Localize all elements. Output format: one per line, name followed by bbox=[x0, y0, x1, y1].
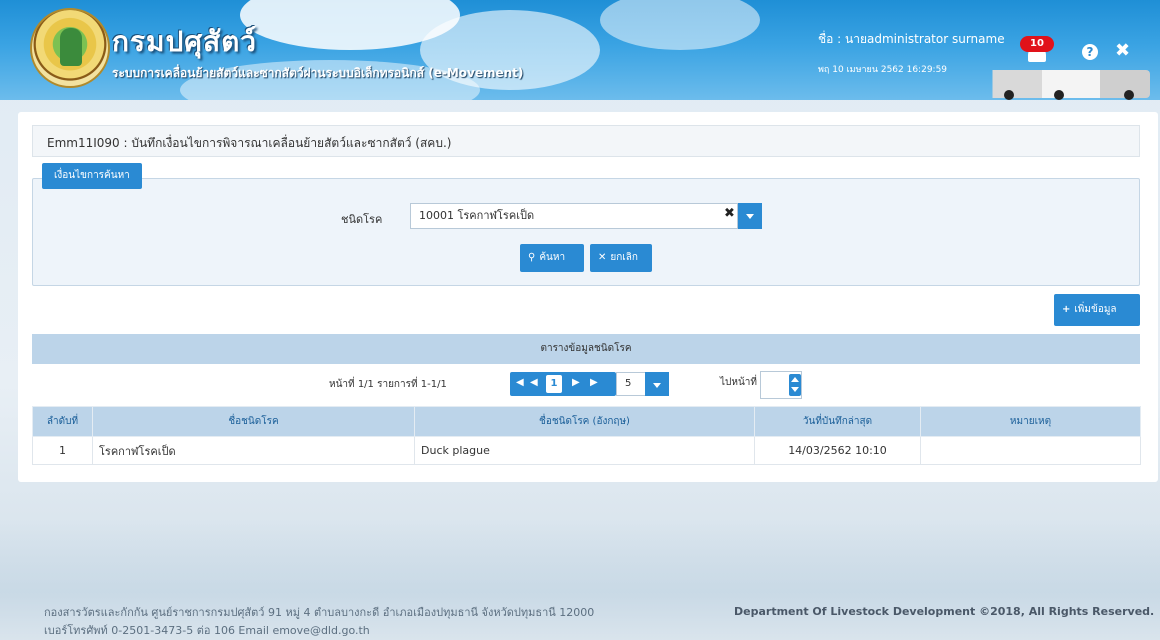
table-caption: ตารางข้อมูลชนิดโรค bbox=[32, 334, 1140, 364]
app-header: กรมปศุสัตว์ ระบบการเคลื่อนย้ายสัตว์และซา… bbox=[0, 0, 1160, 100]
search-button[interactable]: ⚲ ค้นหา bbox=[520, 244, 584, 272]
column-header-seq[interactable]: ลำดับที่ bbox=[32, 406, 93, 437]
truck-illustration bbox=[984, 70, 1150, 100]
org-name: กรมปศุสัตว์ bbox=[112, 25, 257, 58]
spinner-up-icon[interactable] bbox=[791, 377, 799, 382]
first-page-button[interactable]: ◀ bbox=[516, 377, 524, 388]
select-dropdown-button[interactable] bbox=[738, 203, 762, 229]
spinner-down-icon[interactable] bbox=[791, 387, 799, 392]
cell-last-updated: 14/03/2562 10:10 bbox=[754, 436, 921, 465]
footer-address: กองสารวัตรและกักกัน ศูนย์ราชการกรมปศุสัต… bbox=[44, 606, 595, 619]
current-page-button[interactable]: 1 bbox=[546, 375, 562, 393]
column-header-disease-name-en[interactable]: ชื่อชนิดโรค (อังกฤษ) bbox=[414, 406, 755, 437]
disease-type-select[interactable]: 10001 โรคกาฬโรคเป็ด bbox=[410, 203, 738, 229]
close-icon[interactable]: ✖ bbox=[1115, 40, 1130, 61]
column-header-last-updated[interactable]: วันที่บันทึกล่าสุด bbox=[754, 406, 921, 437]
header-cloud bbox=[600, 0, 760, 50]
chevron-down-icon bbox=[653, 383, 661, 388]
disease-table-section: ตารางข้อมูลชนิดโรค หน้าที่ 1/1 รายการที่… bbox=[32, 334, 1141, 465]
search-button-label: ค้นหา bbox=[539, 252, 566, 263]
user-label: ชื่อ : นายadministrator surname bbox=[818, 32, 1005, 46]
page-size-dropdown-button[interactable] bbox=[645, 372, 669, 396]
plus-icon: + bbox=[1062, 304, 1071, 315]
search-panel-tab: เงื่อนไขการค้นหา bbox=[42, 163, 142, 189]
disease-type-label: ชนิดโรค bbox=[341, 213, 383, 226]
page-size-select[interactable]: 5 bbox=[616, 372, 669, 396]
table-header-row: ลำดับที่ ชื่อชนิดโรค ชื่อชนิดโรค (อังกฤษ… bbox=[32, 406, 1141, 437]
truck-wheel bbox=[1004, 90, 1014, 100]
search-icon: ⚲ bbox=[528, 252, 536, 263]
cell-disease-name-en: Duck plague bbox=[414, 436, 755, 465]
prev-page-button[interactable]: ◀ bbox=[530, 377, 538, 388]
main-card: Emm11I090 : บันทึกเงื่อนไขการพิจารณาเคลื… bbox=[18, 112, 1158, 482]
goto-page-input[interactable] bbox=[760, 371, 802, 399]
current-datetime: พฤ 10 เมษายน 2562 16:29:59 bbox=[818, 65, 948, 75]
last-page-button[interactable]: ▶ bbox=[590, 377, 598, 388]
disease-table: ลำดับที่ ชื่อชนิดโรค ชื่อชนิดโรค (อังกฤษ… bbox=[32, 406, 1141, 465]
truck-wheel bbox=[1124, 90, 1134, 100]
column-header-disease-name[interactable]: ชื่อชนิดโรค bbox=[92, 406, 415, 437]
system-name: ระบบการเคลื่อนย้ายสัตว์และซากสัตว์ผ่านระ… bbox=[112, 66, 524, 80]
page-spinner[interactable] bbox=[789, 374, 801, 396]
notification-button[interactable]: 10 bbox=[1020, 36, 1054, 66]
goto-page-label: ไปหน้าที่ bbox=[720, 377, 758, 388]
cell-seq: 1 bbox=[32, 436, 93, 465]
clear-selection-icon[interactable]: ✖ bbox=[724, 206, 735, 221]
pagination-bar: หน้าที่ 1/1 รายการที่ 1-1/1 ◀ ◀ 1 ▶ ▶ 5 … bbox=[32, 364, 1140, 406]
pagination-controls: ◀ ◀ 1 ▶ ▶ bbox=[510, 372, 616, 396]
logo-emblem-icon bbox=[60, 28, 82, 66]
page-size-value: 5 bbox=[625, 378, 632, 389]
close-icon: ✕ bbox=[598, 252, 607, 263]
cancel-button[interactable]: ✕ ยกเลิก bbox=[590, 244, 652, 272]
column-header-remark[interactable]: หมายเหตุ bbox=[920, 406, 1141, 437]
footer-address-block: กองสารวัตรและกักกัน ศูนย์ราชการกรมปศุสัต… bbox=[44, 604, 594, 640]
footer-copyright: Department Of Livestock Development ©201… bbox=[734, 605, 1155, 618]
page-title: Emm11I090 : บันทึกเงื่อนไขการพิจารณาเคลื… bbox=[32, 125, 1140, 157]
help-icon[interactable]: ? bbox=[1082, 44, 1098, 60]
table-row[interactable]: 1 โรคกาฬโรคเป็ด Duck plague 14/03/2562 1… bbox=[32, 436, 1141, 465]
add-data-button[interactable]: + เพิ่มข้อมูล bbox=[1054, 294, 1140, 326]
chevron-down-icon bbox=[746, 214, 754, 219]
department-logo bbox=[30, 8, 110, 88]
next-page-button[interactable]: ▶ bbox=[572, 377, 580, 388]
cancel-button-label: ยกเลิก bbox=[610, 252, 638, 263]
cell-remark bbox=[920, 436, 1141, 465]
truck-wheel bbox=[1054, 90, 1064, 100]
notification-badge: 10 bbox=[1020, 36, 1054, 52]
footer-contact: เบอร์โทรศัพท์ 0-2501-3473-5 ต่อ 106 Emai… bbox=[44, 624, 370, 637]
cell-disease-name[interactable]: โรคกาฬโรคเป็ด bbox=[92, 436, 415, 465]
pagination-info: หน้าที่ 1/1 รายการที่ 1-1/1 bbox=[329, 379, 447, 390]
search-panel bbox=[32, 178, 1140, 286]
add-data-button-label: เพิ่มข้อมูล bbox=[1074, 304, 1117, 315]
